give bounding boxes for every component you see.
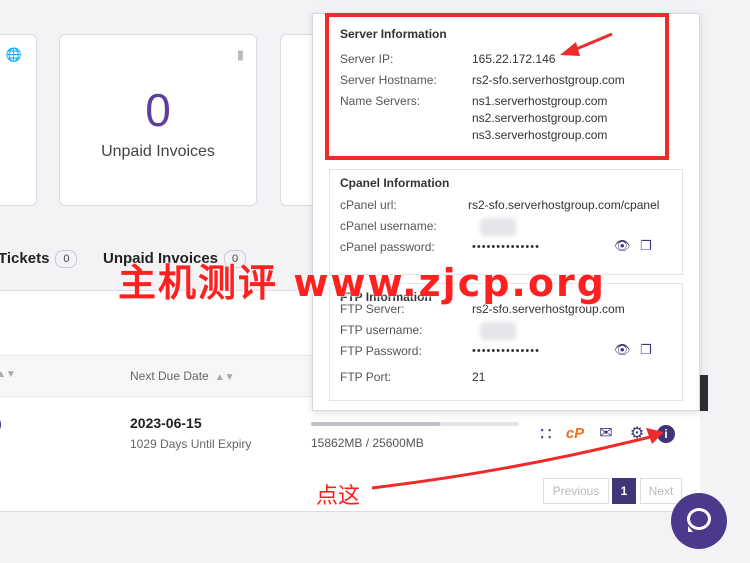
arrow-to-info-icon — [371, 428, 664, 490]
watermark-text: 主机测评 www.zjcp.org — [118, 261, 606, 305]
live-chat-button[interactable] — [671, 493, 727, 549]
arrow-to-server-ip — [560, 32, 613, 56]
chat-icon-tail — [688, 526, 693, 532]
click-here-annotation: 点这 — [316, 484, 361, 509]
